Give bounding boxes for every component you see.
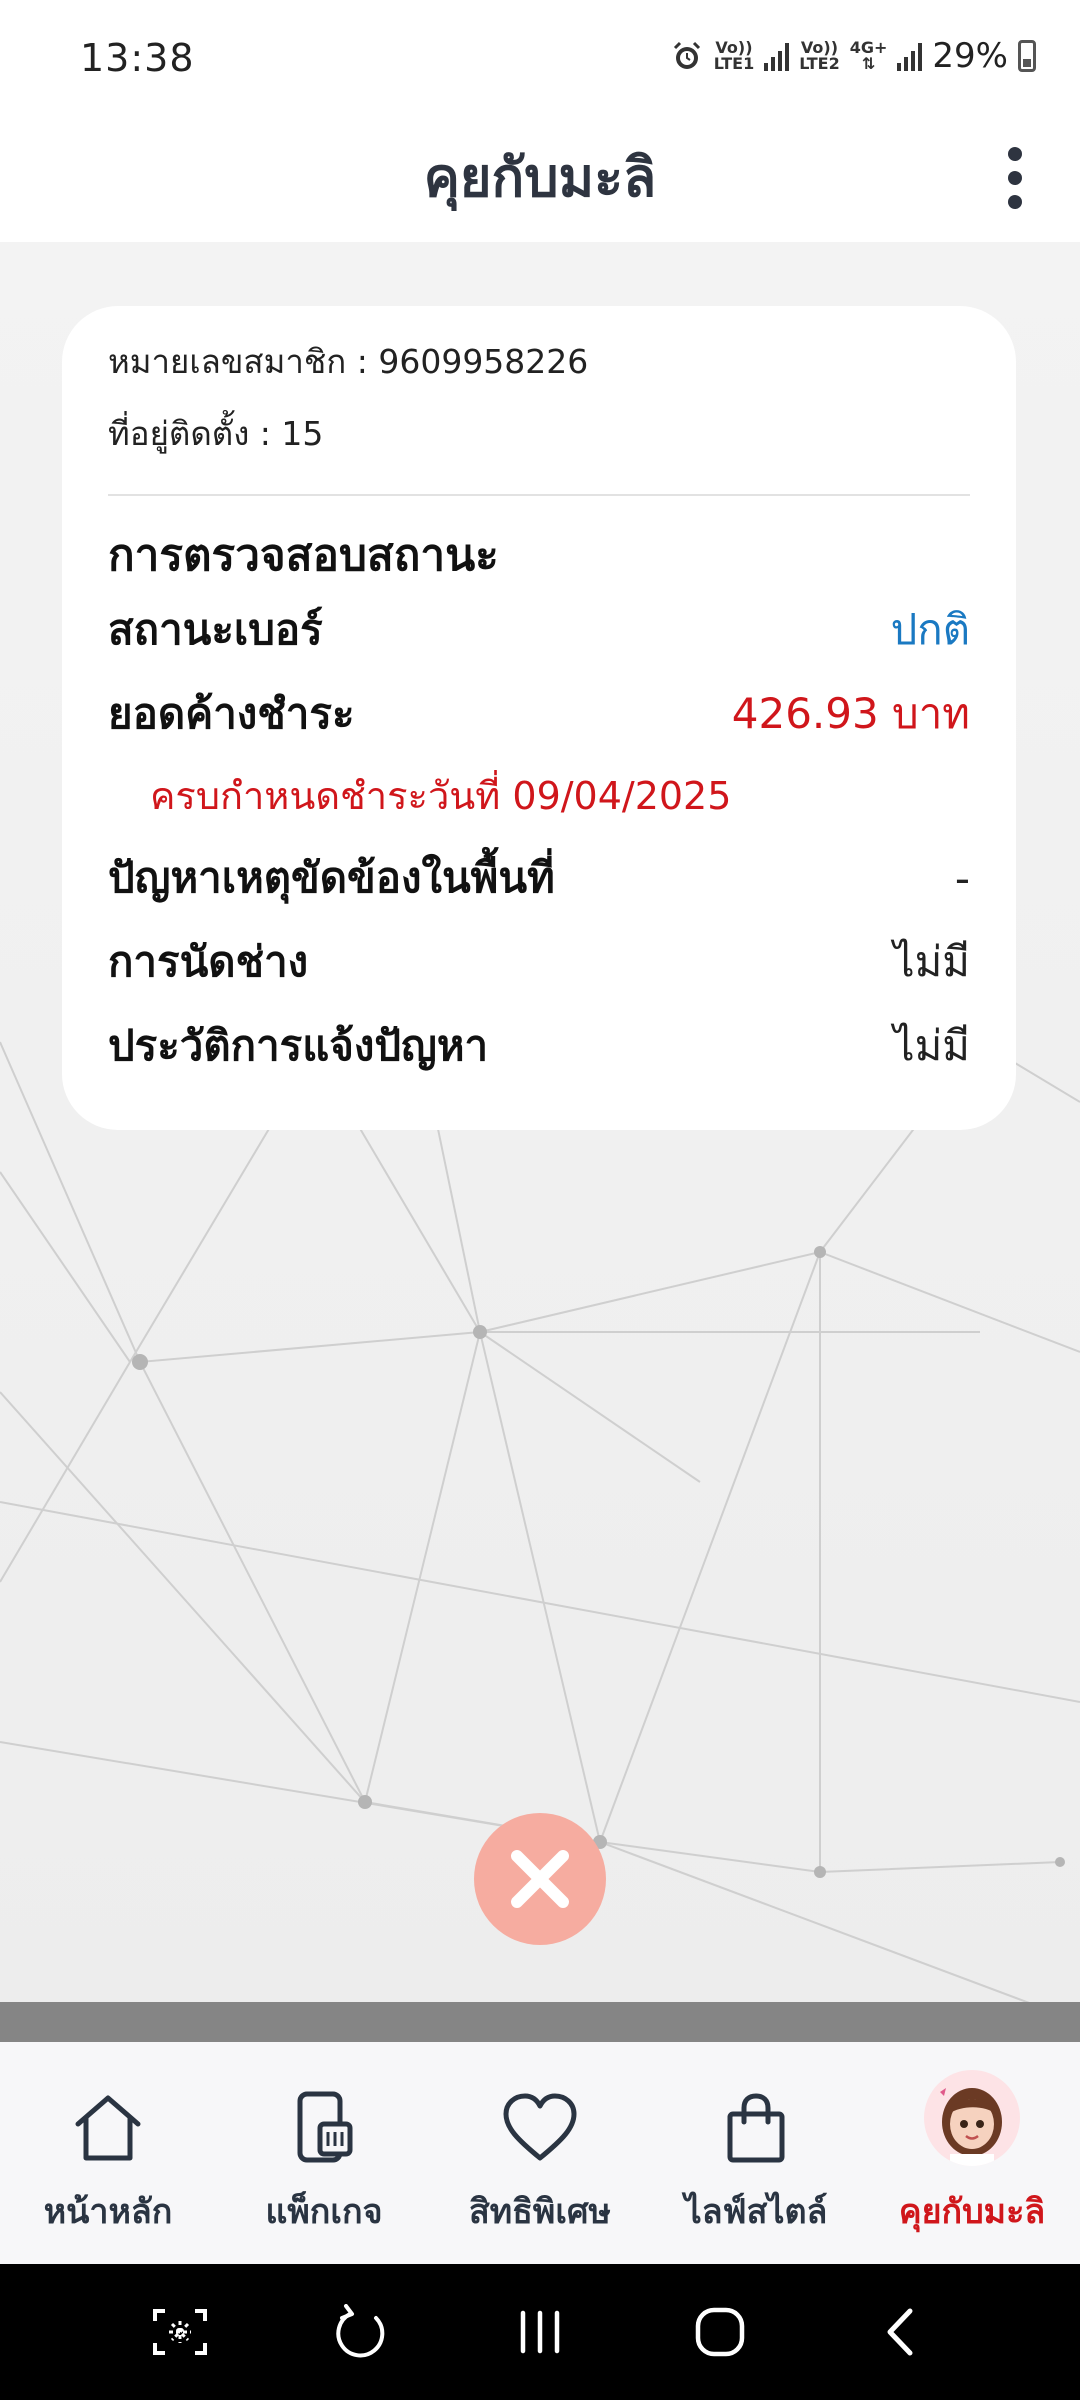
member-number: หมายเลขสมาชิก : 9609958226 [108,342,589,381]
rotate-button[interactable] [320,2292,400,2372]
phone-sim-icon [297,2091,353,2163]
status-time: 13:38 [80,36,195,80]
heart-icon [503,2093,577,2161]
bottom-nav: หน้าหลัก แพ็กเกจ สิทธิพิเศษ ไลฟ์สไตล์ คุ… [0,2042,1080,2264]
row-outstanding-balance: ยอดค้างชำระ 426.93 บาท [108,672,970,756]
outstanding-balance-value: 426.93 บาท [731,689,970,738]
row-label: ปัญหาเหตุขัดข้องในพื้นที่ [108,853,555,902]
nav-privileges[interactable]: สิทธิพิเศษ [432,2042,648,2238]
home-icon [75,2095,141,2161]
nav-package[interactable]: แพ็กเกจ [216,2042,432,2238]
close-icon [511,1850,569,1908]
lte2-indicator: Vo)) LTE2 [799,40,840,72]
technician-appointment-value: ไม่มี [893,937,971,986]
home-circle-icon [695,2307,745,2357]
screenshot-button[interactable] [140,2292,220,2372]
nav-label: คุยกับมะลิ [898,2192,1046,2232]
lte2-bottom: LTE2 [799,54,840,73]
row-number-status: สถานะเบอร์ ปกติ [108,588,970,672]
row-label: สถานะเบอร์ [108,605,323,654]
app-header: คุยกับมะลิ [0,112,1080,242]
nav-label: สิทธิพิเศษ [469,2192,611,2232]
nav-lifestyle[interactable]: ไลฟ์สไตล์ [648,2042,864,2238]
recents-icon [520,2310,560,2354]
nav-home[interactable]: หน้าหลัก [0,2042,216,2238]
back-button[interactable] [860,2292,940,2372]
shopping-bag-icon [727,2093,785,2163]
status-icons: Vo)) LTE1 Vo)) LTE2 4G+ ⇅ 29% [670,36,1036,76]
row-label: ประวัติการแจ้งปัญหา [108,1021,489,1070]
data-arrows-icon: ⇅ [861,54,876,73]
area-outage-value: - [954,853,970,903]
nav-label: ไลฟ์สไตล์ [684,2192,828,2232]
nav-label: แพ็กเกจ [265,2192,383,2232]
signal-1-icon [764,41,790,71]
signal-2-icon [897,41,923,71]
row-area-outage: ปัญหาเหตุขัดข้องในพื้นที่ - [108,836,970,920]
close-button[interactable] [474,1813,606,1945]
back-icon [887,2308,913,2356]
system-nav-bar [0,2264,1080,2400]
avatar-icon [924,2070,1020,2166]
network-type: 4G+ ⇅ [850,40,888,72]
more-vertical-icon[interactable] [990,138,1040,218]
battery-icon [1018,40,1036,72]
status-card: หมายเลขสมาชิก : 9609958226 ที่อยู่ติดตั้… [62,306,1016,1130]
status-bar: 13:38 Vo)) LTE1 Vo)) LTE2 4G+ ⇅ 29% [0,0,1080,112]
row-label: ยอดค้างชำระ [108,689,355,738]
row-technician-appointment: การนัดช่าง ไม่มี [108,920,970,1004]
due-date-note: ครบกำหนดชำระวันที่ 09/04/2025 [150,774,732,818]
page-title: คุยกับมะลิ [423,146,657,209]
card-divider [108,494,970,496]
lte1-indicator: Vo)) LTE1 [714,40,755,72]
install-address: ที่อยู่ติดตั้ง : 15 [108,414,324,453]
battery-percent: 29% [932,36,1008,76]
status-check-title: การตรวจสอบสถานะ [108,530,499,581]
screenshot-icon [153,2309,207,2355]
issue-history-value: ไม่มี [893,1021,971,1070]
row-label: การนัดช่าง [108,937,309,986]
lte1-bottom: LTE1 [713,54,755,73]
nav-label: หน้าหลัก [43,2192,173,2232]
number-status-value: ปกติ [890,605,970,654]
row-issue-history: ประวัติการแจ้งปัญหา ไม่มี [108,1004,970,1088]
alarm-icon [673,41,700,69]
home-system-button[interactable] [680,2292,760,2372]
recents-button[interactable] [500,2292,580,2372]
overlay-band [0,2002,1080,2042]
nav-chat-mali[interactable]: คุยกับมะลิ [864,2042,1080,2238]
rotate-icon [336,2304,385,2358]
